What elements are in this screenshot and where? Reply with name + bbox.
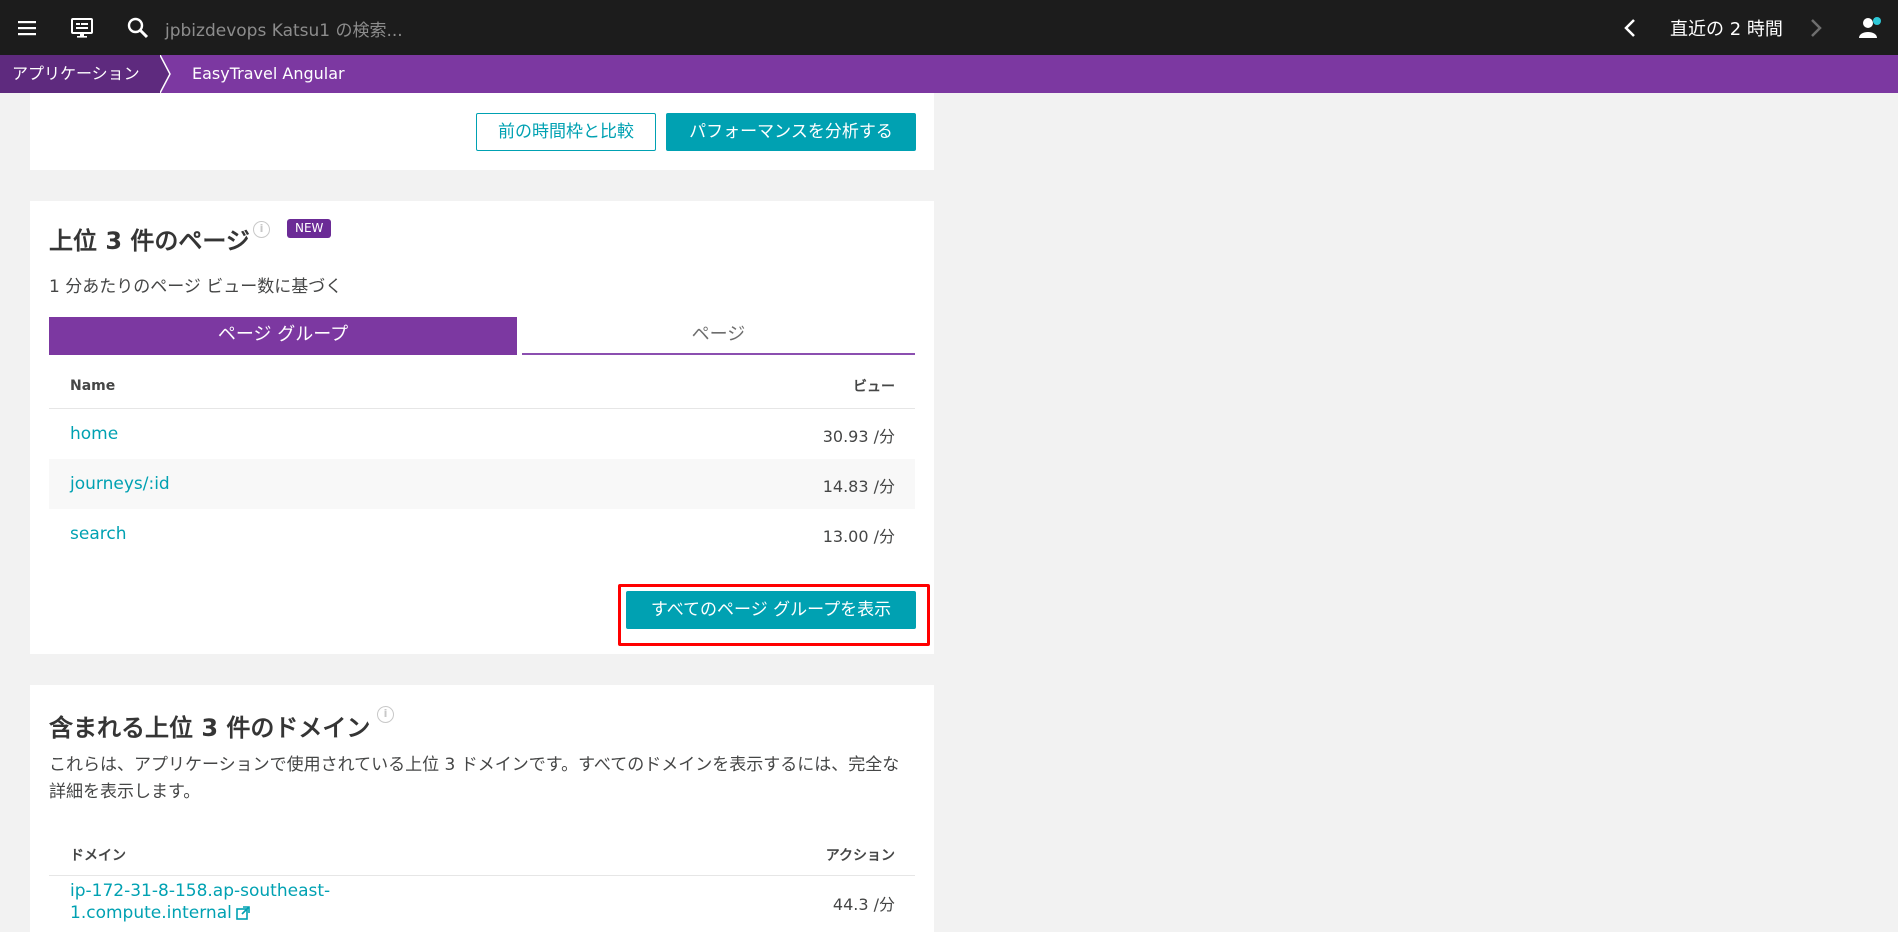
actions-card: 前の時間枠と比較 パフォーマンスを分析する <box>30 93 934 170</box>
timeframe-selector[interactable]: 直近の 2 時間 <box>1670 15 1783 41</box>
page-views-value: 13.00 /分 <box>822 527 895 546</box>
breadcrumb: アプリケーション EasyTravel Angular <box>0 55 1898 93</box>
table-row: journeys/:id 14.83 /分 <box>49 459 915 509</box>
top-domains-card: 含まれる上位 3 件のドメイン i これらは、アプリケーションで使用されている上… <box>30 685 934 932</box>
show-all-page-groups-button[interactable]: すべてのページ グループを表示 <box>626 591 916 629</box>
top-bar: jpbizdevops Katsu1 の検索... 直近の 2 時間 <box>0 0 1898 55</box>
table-row: search 13.00 /分 <box>49 509 915 559</box>
tab-pages[interactable]: ページ <box>522 317 915 355</box>
search-icon[interactable] <box>120 10 156 46</box>
analyze-performance-button[interactable]: パフォーマンスを分析する <box>666 113 916 151</box>
tab-page-groups[interactable]: ページ グループ <box>49 317 517 355</box>
menu-icon[interactable] <box>9 10 45 46</box>
breadcrumb-separator-icon <box>160 55 171 93</box>
new-badge: NEW <box>287 219 332 238</box>
page-group-link[interactable]: home <box>70 424 118 444</box>
compare-previous-button[interactable]: 前の時間枠と比較 <box>476 113 656 151</box>
page-group-link[interactable]: journeys/:id <box>70 474 170 494</box>
column-header-domain[interactable]: ドメイン <box>70 845 126 865</box>
user-icon[interactable] <box>1852 10 1888 46</box>
page-views-value: 30.93 /分 <box>822 427 895 446</box>
chevron-left-icon[interactable] <box>1612 10 1648 46</box>
domain-actions-value: 44.3 /分 <box>832 895 895 914</box>
column-header-actions[interactable]: アクション <box>826 845 895 865</box>
domain-link[interactable]: ip-172-31-8-158.ap-southeast- 1.compute.… <box>70 880 330 924</box>
breadcrumb-applications[interactable]: アプリケーション <box>0 55 170 93</box>
top-pages-subtitle: 1 分あたりのページ ビュー数に基づく <box>49 277 343 297</box>
column-header-views[interactable]: ビュー <box>853 376 895 396</box>
info-icon[interactable]: i <box>377 706 394 723</box>
top-pages-title: 上位 3 件のページ <box>49 227 250 255</box>
table-divider <box>49 875 915 876</box>
page-tabs: ページ グループ ページ <box>49 317 915 355</box>
domain-name-line: ip-172-31-8-158.ap-southeast- <box>70 881 331 901</box>
top-domains-description: これらは、アプリケーションで使用されている上位 3 ドメインです。すべてのドメイ… <box>49 755 900 802</box>
top-pages-card: 上位 3 件のページ i NEW 1 分あたりのページ ビュー数に基づく ページ… <box>30 201 934 654</box>
external-link-icon[interactable] <box>236 906 250 920</box>
column-header-name[interactable]: Name <box>70 378 115 394</box>
page-group-link[interactable]: search <box>70 524 126 544</box>
info-icon[interactable]: i <box>253 221 270 238</box>
search-input[interactable]: jpbizdevops Katsu1 の検索... <box>165 16 403 41</box>
dashboard-icon[interactable] <box>64 10 100 46</box>
domain-name-line: 1.compute.internal <box>70 903 232 923</box>
chevron-right-icon[interactable] <box>1798 10 1834 46</box>
top-domains-title: 含まれる上位 3 件のドメイン <box>49 714 371 742</box>
table-row: home 30.93 /分 <box>49 409 915 459</box>
page-views-value: 14.83 /分 <box>822 477 895 496</box>
breadcrumb-current-app[interactable]: EasyTravel Angular <box>192 55 345 93</box>
